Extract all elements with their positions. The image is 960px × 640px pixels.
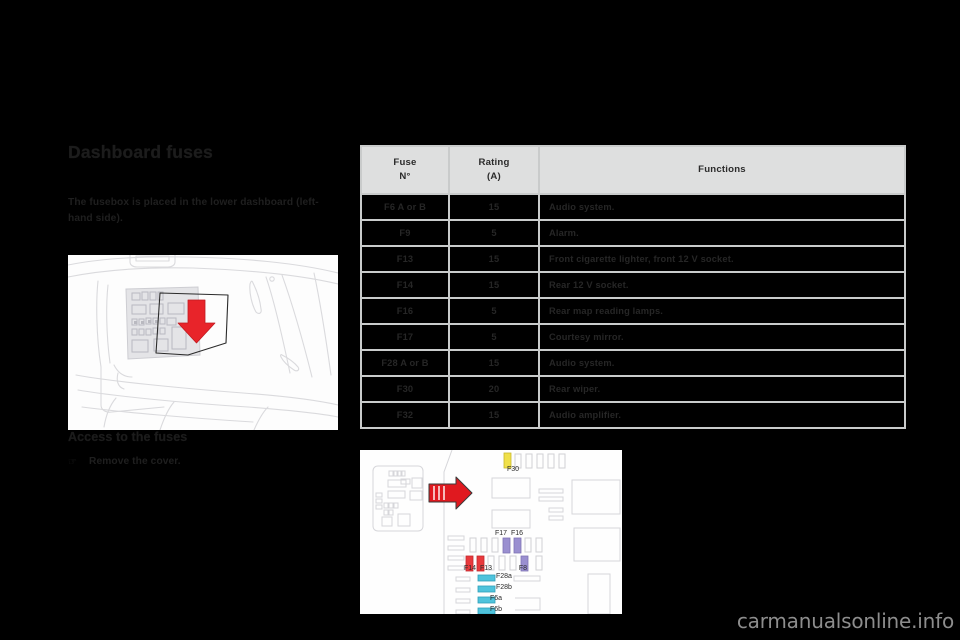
cell-fuse-number: F28 A or B	[362, 351, 448, 375]
fuse-label-f30: F30	[507, 466, 519, 473]
column-header-fuse-number: Fuse N°	[362, 147, 448, 193]
cell-function: Audio amplifier.	[540, 403, 904, 427]
table-row: F16 5 Rear map reading lamps.	[362, 299, 904, 323]
fuse-label-f13: F13	[480, 565, 492, 572]
fuse-label-f28a: F28a	[496, 573, 512, 580]
manual-page: Dashboard fuses The fusebox is placed in…	[0, 0, 960, 640]
fusebox-layout-diagram: F30 F17 F16 F14 F13 F8 F28a F28b F6a F6b	[360, 450, 622, 614]
cell-function: Rear wiper.	[540, 377, 904, 401]
table-row: F14 15 Rear 12 V socket.	[362, 273, 904, 297]
fuse-table: Fuse N° Rating (A) Functions F6 A or B 15…	[360, 145, 906, 429]
cell-function: Front cigarette lighter, front 12 V sock…	[540, 247, 904, 271]
cell-fuse-number: F14	[362, 273, 448, 297]
fuse-label-f8: F8	[519, 565, 527, 572]
cell-function: Audio system.	[540, 195, 904, 219]
table-row: F30 20 Rear wiper.	[362, 377, 904, 401]
table-row: F32 15 Audio amplifier.	[362, 403, 904, 427]
fuse-label-f16: F16	[511, 530, 523, 537]
cell-function: Courtesy mirror.	[540, 325, 904, 349]
cell-rating: 5	[450, 221, 538, 245]
fuse-label-f17: F17	[495, 530, 507, 537]
table-row: F17 5 Courtesy mirror.	[362, 325, 904, 349]
table-header-row: Fuse N° Rating (A) Functions	[362, 147, 904, 193]
cell-rating: 15	[450, 273, 538, 297]
cell-rating: 15	[450, 403, 538, 427]
cell-function: Audio system.	[540, 351, 904, 375]
header-fuse-line1: Fuse	[393, 157, 417, 169]
cell-fuse-number: F6 A or B	[362, 195, 448, 219]
site-watermark: carmanualsonline.info	[736, 609, 954, 633]
cell-rating: 5	[450, 299, 538, 323]
access-instruction-text: Remove the cover.	[89, 456, 181, 467]
table-row: F28 A or B 15 Audio system.	[362, 351, 904, 375]
pointing-hand-icon: ☞	[68, 457, 77, 468]
dashboard-fusebox-location-illustration	[68, 255, 338, 430]
column-header-functions: Functions	[540, 147, 904, 193]
fuse-label-f6b: F6b	[490, 606, 502, 613]
cell-function: Rear 12 V socket.	[540, 273, 904, 297]
cell-fuse-number: F30	[362, 377, 448, 401]
cell-fuse-number: F17	[362, 325, 448, 349]
cell-fuse-number: F16	[362, 299, 448, 323]
intro-paragraph: The fusebox is placed in the lower dashb…	[68, 197, 319, 225]
column-header-rating: Rating (A)	[450, 147, 538, 193]
cell-fuse-number: F9	[362, 221, 448, 245]
fuse-label-f28b: F28b	[496, 584, 512, 591]
fuse-label-f14: F14	[464, 565, 476, 572]
cell-rating: 15	[450, 351, 538, 375]
cell-fuse-number: F32	[362, 403, 448, 427]
fuse-table-body: F6 A or B 15 Audio system. F9 5 Alarm. F13 15 Fr…	[362, 195, 904, 427]
left-text-column: Dashboard fuses The fusebox is placed in…	[68, 142, 338, 227]
table-row: F13 15 Front cigarette lighter, front 12 V…	[362, 247, 904, 271]
access-heading: Access to the fuses	[68, 430, 188, 444]
fuse-table-container: Fuse N° Rating (A) Functions F6 A or B 15…	[360, 145, 906, 429]
cell-rating: 15	[450, 195, 538, 219]
page-title: Dashboard fuses	[68, 142, 213, 162]
cell-function: Rear map reading lamps.	[540, 299, 904, 323]
cell-fuse-number: F13	[362, 247, 448, 271]
list-item: ☞ Remove the cover.	[68, 455, 348, 469]
table-row: F9 5 Alarm.	[362, 221, 904, 245]
table-row: F6 A or B 15 Audio system.	[362, 195, 904, 219]
cell-rating: 5	[450, 325, 538, 349]
access-to-fuses-section: Access to the fuses ☞ Remove the cover.	[68, 430, 348, 469]
header-rating-line1: Rating	[478, 157, 510, 169]
header-rating-line2: (A)	[487, 171, 501, 182]
cell-function: Alarm.	[540, 221, 904, 245]
fuse-label-f6a: F6a	[490, 595, 502, 602]
cell-rating: 15	[450, 247, 538, 271]
header-fuse-line2: N°	[399, 171, 411, 182]
cell-rating: 20	[450, 377, 538, 401]
